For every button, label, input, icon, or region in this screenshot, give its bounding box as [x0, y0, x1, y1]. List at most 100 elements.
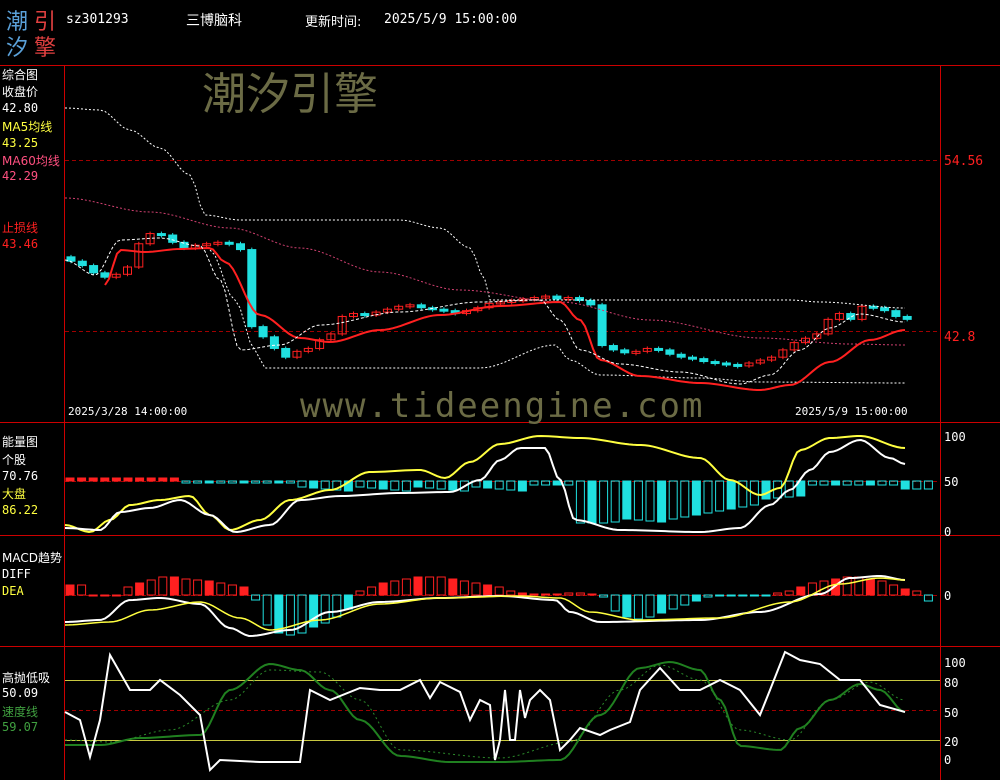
candle: [597, 304, 607, 347]
watermark-cn: 潮汐引擎: [202, 69, 378, 120]
panel1-title: 综合图: [2, 68, 39, 82]
macd-bar: [529, 593, 539, 596]
energy-bar: [912, 480, 922, 490]
energy-bar: [645, 480, 655, 522]
price-indicator-lines: [64, 107, 906, 391]
energy-bar: [77, 477, 87, 482]
energy-bar: [703, 480, 713, 514]
stop-loss-line: [104, 247, 906, 391]
macd-bar: [552, 593, 562, 596]
energy-bar: [390, 480, 400, 491]
energy-bar: [483, 480, 493, 489]
macd-bar: [390, 580, 400, 596]
market-energy-value: 86.22: [2, 503, 39, 517]
candle: [281, 347, 291, 358]
stock-energy-label: 个股: [2, 453, 27, 467]
market-energy-label: 大盘: [2, 487, 27, 501]
candle: [620, 349, 630, 354]
energy-bar: [691, 480, 701, 516]
candle: [699, 358, 709, 363]
macd-bar: [541, 593, 551, 596]
candle: [688, 356, 697, 360]
highlow-axis-80: 80: [944, 676, 959, 690]
ma60-value: 42.29: [2, 169, 39, 183]
macd-bar: [784, 590, 794, 596]
energy-bar: [680, 480, 690, 518]
stop-label: 止损线: [2, 221, 39, 235]
ma5-value: 43.25: [2, 136, 39, 150]
macd-bar: [309, 594, 319, 628]
macd-bar: [343, 594, 353, 610]
energy-bar: [88, 477, 98, 482]
energy-bar: [865, 480, 875, 486]
energy-bar: [900, 480, 910, 490]
speed-ma-line: [64, 664, 906, 759]
close-label: 收盘价: [2, 85, 39, 99]
candle: [89, 265, 99, 274]
candle: [552, 295, 562, 300]
macd-bar: [726, 594, 736, 597]
macd-bar: [715, 594, 725, 597]
macd-bar: [88, 594, 98, 597]
macd-bar: [158, 576, 168, 596]
ma60-label: MA60均线: [2, 154, 60, 168]
highlow-axis-100: 100: [944, 656, 966, 670]
energy-bar: [552, 480, 562, 486]
energy-bar: [65, 477, 75, 482]
energy-bar: [657, 480, 667, 523]
candle: [258, 326, 268, 338]
energy-bar: [923, 480, 933, 490]
energy-bar: [425, 480, 435, 489]
macd-bar: [100, 594, 110, 597]
macd-axis-0: 0: [944, 589, 952, 603]
macd-bar: [262, 594, 272, 626]
macd-bar: [749, 594, 759, 597]
macd-bar: [146, 579, 156, 596]
speed-value: 59.07: [2, 720, 39, 734]
macd-bar: [900, 588, 910, 596]
macd-bar: [483, 584, 493, 596]
energy-bar: [309, 480, 319, 489]
grid-lines: [65, 160, 940, 711]
energy-bar: [135, 477, 145, 482]
end-date: 2025/5/9 15:00:00: [795, 405, 908, 418]
energy-bar: [517, 480, 527, 492]
macd-bar: [633, 594, 643, 620]
candle: [100, 272, 110, 278]
candle: [586, 299, 596, 306]
energy-bar: [506, 480, 516, 491]
energy-bar: [610, 480, 620, 523]
energy-bar: [494, 480, 504, 490]
macd-bar: [761, 594, 771, 597]
energy-bar: [367, 480, 377, 489]
candle: [439, 308, 449, 312]
energy-bar: [599, 480, 609, 524]
energy-bar: [100, 477, 110, 482]
macd-bar: [912, 590, 922, 596]
candle: [360, 313, 370, 317]
energy-bar: [575, 480, 585, 524]
highlow-value: 50.09: [2, 686, 39, 700]
stop-value: 43.46: [2, 237, 39, 251]
dea-label: DEA: [2, 584, 24, 598]
macd-bar: [169, 576, 179, 596]
close-value: 42.80: [2, 101, 39, 115]
energy-bar: [448, 480, 458, 491]
candle: [608, 345, 618, 351]
energy-bar: [111, 477, 121, 482]
diff-label: DIFF: [2, 567, 31, 581]
energy-bar: [726, 480, 736, 510]
candle: [654, 347, 664, 351]
macd-bar: [65, 584, 75, 596]
energy-bar: [401, 480, 411, 492]
macd-bar: [587, 593, 597, 596]
energy-bar: [146, 477, 156, 482]
macd-panel-graphics: [64, 575, 933, 637]
ma5-line: [64, 237, 906, 385]
highlow-axis-20: 20: [944, 735, 959, 749]
macd-bar: [193, 579, 203, 596]
macd-bar: [680, 594, 690, 606]
panel4-title: 高抛低吸: [2, 671, 51, 685]
macd-bar: [645, 594, 655, 618]
energy-bar: [158, 477, 168, 482]
